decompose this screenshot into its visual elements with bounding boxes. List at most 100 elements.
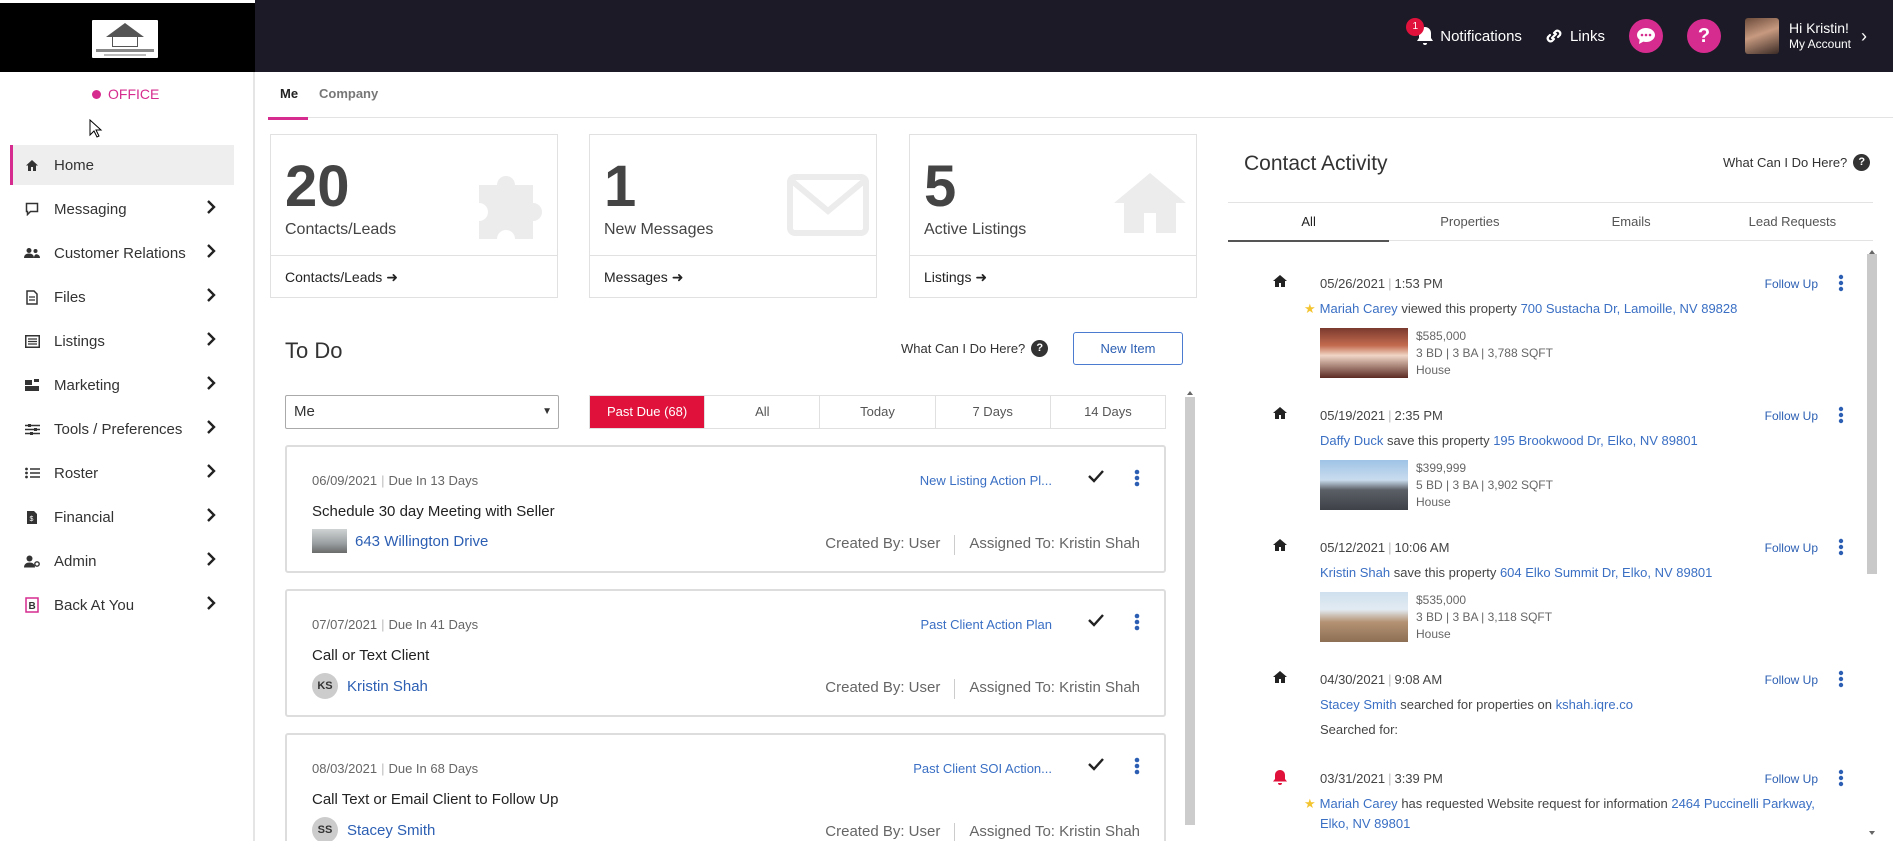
property-photo[interactable] (1320, 592, 1408, 642)
sidebar-item-label: Financial (54, 508, 115, 526)
task-action-plan-link[interactable]: Past Client Action Plan (920, 617, 1052, 632)
office-status[interactable]: OFFICE (92, 86, 159, 102)
sidebar-item-files[interactable]: Files (10, 277, 234, 317)
tab-all[interactable]: All (1228, 203, 1390, 242)
more-vertical-icon[interactable] (1838, 769, 1844, 787)
filter-all[interactable]: All (705, 396, 821, 428)
task-due: Due In 41 Days (388, 617, 479, 632)
task-action-plan-link[interactable]: New Listing Action Pl... (920, 473, 1052, 488)
more-vertical-icon[interactable] (1838, 670, 1844, 688)
contact-link[interactable]: Kristin Shah (1320, 565, 1390, 580)
chat-button[interactable] (1628, 19, 1663, 53)
links-button[interactable]: Links (1544, 26, 1605, 46)
arrow-circle-right-icon: ➜ (975, 269, 988, 285)
todo-task[interactable]: 06/09/2021 | Due In 13 Days New Listing Ac… (285, 445, 1166, 573)
contacts-leads-link[interactable]: Contacts/Leads ➜ (271, 255, 557, 297)
listings-link[interactable]: Listings ➜ (910, 255, 1196, 297)
check-icon[interactable] (1088, 469, 1104, 483)
sidebar-item-customer-relations[interactable]: Customer Relations (10, 233, 234, 273)
task-related-link[interactable]: Stacey Smith (347, 822, 435, 839)
filter-14-days[interactable]: 14 Days (1051, 396, 1165, 428)
property-thumbnail (312, 529, 347, 553)
activity-action: searched for properties on (1400, 697, 1552, 712)
follow-up-link[interactable]: Follow Up (1765, 277, 1818, 291)
stat-label: Active Listings (924, 221, 1027, 238)
task-related-link[interactable]: Kristin Shah (347, 678, 428, 695)
sidebar-item-label: Admin (54, 552, 97, 570)
company-logo[interactable] (92, 20, 158, 58)
tab-lead-requests[interactable]: Lead Requests (1712, 203, 1873, 240)
follow-up-link[interactable]: Follow Up (1765, 541, 1818, 555)
task-action-plan-link[interactable]: Past Client SOI Action... (913, 761, 1052, 776)
searched-for-label: Searched for: (1320, 722, 1399, 737)
filter-today[interactable]: Today (820, 396, 936, 428)
todo-task[interactable]: 07/07/2021 | Due In 41 Days Past Client Ac… (285, 589, 1166, 717)
property-price: $535,000 (1416, 593, 1467, 607)
messages-link[interactable]: Messages ➜ (590, 255, 876, 297)
more-vertical-icon[interactable] (1134, 613, 1140, 631)
notifications-button[interactable]: 1 Notifications (1406, 18, 1522, 46)
property-photo[interactable] (1320, 328, 1408, 378)
more-vertical-icon[interactable] (1838, 538, 1844, 556)
follow-up-link[interactable]: Follow Up (1765, 673, 1818, 687)
sidebar-item-listings[interactable]: Listings (10, 321, 234, 361)
svg-text:$: $ (30, 516, 34, 523)
more-vertical-icon[interactable] (1134, 757, 1140, 775)
task-date: 06/09/2021 (312, 473, 378, 488)
property-link-city[interactable]: Elko, NV 89801 (1320, 816, 1410, 831)
follow-up-link[interactable]: Follow Up (1765, 772, 1818, 786)
property-link[interactable]: 2464 Puccinelli Parkway, (1671, 796, 1815, 811)
assignee-select[interactable]: Me ▼ (285, 395, 559, 429)
my-account-button[interactable]: Hi Kristin! My Account › (1744, 18, 1867, 54)
property-type: House (1416, 495, 1451, 509)
sidebar-item-messaging[interactable]: Messaging (10, 189, 234, 229)
task-related-link[interactable]: 643 Willington Drive (355, 533, 488, 550)
tab-properties[interactable]: Properties (1389, 203, 1550, 240)
contact-activity-help-link[interactable]: What Can I Do Here?? (1723, 154, 1871, 171)
more-vertical-icon[interactable] (1838, 274, 1844, 292)
contact-link[interactable]: Mariah Carey (1320, 301, 1398, 316)
more-vertical-icon[interactable] (1838, 406, 1844, 424)
sidebar-item-tools-preferences[interactable]: Tools / Preferences (10, 409, 234, 449)
sidebar-item-roster[interactable]: Roster (10, 453, 234, 493)
filter-7-days[interactable]: 7 Days (936, 396, 1051, 428)
link-icon (1546, 29, 1562, 43)
activity-time: 3:39 PM (1394, 771, 1443, 786)
more-vertical-icon[interactable] (1134, 469, 1140, 487)
property-specs: 5 BD | 3 BA | 3,902 SQFT (1416, 478, 1553, 492)
contact-link[interactable]: Stacey Smith (1320, 697, 1397, 712)
todo-help-link[interactable]: What Can I Do Here?? (901, 340, 1049, 357)
follow-up-link[interactable]: Follow Up (1765, 409, 1818, 423)
tab-emails[interactable]: Emails (1551, 203, 1712, 240)
property-photo[interactable] (1320, 460, 1408, 510)
contact-link[interactable]: Mariah Carey (1320, 796, 1398, 811)
filter-past-due[interactable]: Past Due (68) (590, 396, 706, 428)
task-date: 07/07/2021 (312, 617, 378, 632)
envelope-icon (787, 174, 869, 236)
property-link[interactable]: 700 Sustacha Dr, Lamoille, NV 89828 (1521, 301, 1738, 316)
listings-stat-card: 5 Active Listings Listings ➜ (909, 134, 1197, 298)
tab-me[interactable]: Me (267, 86, 309, 120)
contact-link[interactable]: Daffy Duck (1320, 433, 1383, 448)
sidebar-item-back-at-you[interactable]: B Back At You (10, 585, 234, 625)
website-link[interactable]: kshah.iqre.co (1556, 697, 1633, 712)
chevron-right-icon (207, 376, 216, 390)
todo-scrollbar[interactable] (1184, 385, 1196, 841)
home-icon (1273, 539, 1287, 551)
activity-time: 1:53 PM (1394, 276, 1443, 291)
task-date: 08/03/2021 (312, 761, 378, 776)
check-icon[interactable] (1088, 757, 1104, 771)
check-icon[interactable] (1088, 613, 1104, 627)
property-link[interactable]: 195 Brookwood Dr, Elko, NV 89801 (1493, 433, 1698, 448)
sidebar-item-home[interactable]: Home (10, 145, 234, 185)
sidebar-item-financial[interactable]: $ Financial (10, 497, 234, 537)
sidebar-item-marketing[interactable]: Marketing (10, 365, 234, 405)
property-link[interactable]: 604 Elko Summit Dr, Elko, NV 89801 (1500, 565, 1712, 580)
help-button[interactable]: ? (1686, 19, 1721, 53)
sidebar-nav: Home Messaging Customer Relations Files … (10, 145, 234, 629)
sidebar-item-admin[interactable]: Admin (10, 541, 234, 581)
greeting: Hi Kristin! (1788, 20, 1849, 36)
tab-company[interactable]: Company (319, 86, 378, 101)
todo-task[interactable]: 08/03/2021 | Due In 68 Days Past Client SO… (285, 733, 1166, 841)
new-item-button[interactable]: New Item (1073, 332, 1183, 365)
